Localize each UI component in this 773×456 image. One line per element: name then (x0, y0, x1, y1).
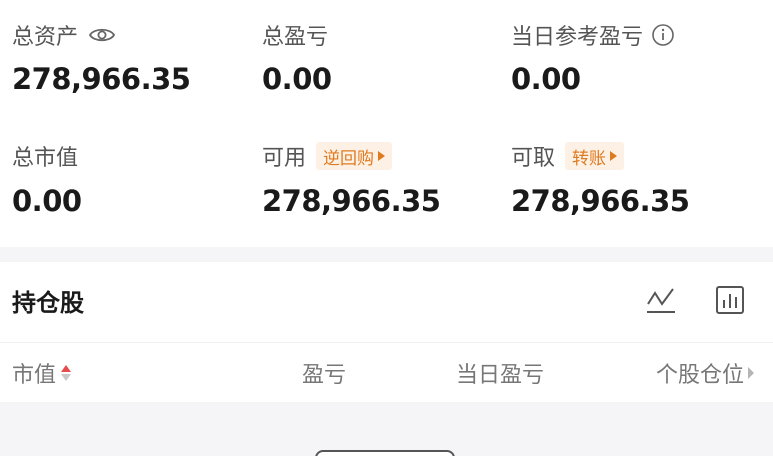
holdings-panel: 持仓股 市值 盈亏 当日盈亏 个股仓位 (0, 262, 773, 402)
column-pl-label: 盈亏 (302, 363, 347, 388)
available-value: 278,966.35 (262, 184, 441, 218)
play-arrow-icon (610, 151, 618, 161)
column-position-ratio-label: 个股仓位 (656, 363, 745, 388)
withdrawable-value: 278,966.35 (511, 184, 690, 218)
reverse-repo-label: 逆回购 (323, 148, 375, 169)
column-market-value-label: 市值 (12, 363, 57, 388)
sort-icon (61, 365, 72, 381)
column-position-ratio[interactable]: 个股仓位 (656, 357, 755, 389)
column-pl[interactable]: 盈亏 (302, 357, 346, 389)
total-assets-block: 总资产 (12, 20, 116, 50)
info-icon[interactable] (651, 23, 675, 47)
total-pl-block: 总盈亏 (262, 20, 328, 50)
market-value-block: 总市值 (12, 141, 78, 171)
holdings-divider (0, 342, 773, 343)
column-daily-pl[interactable]: 当日盈亏 (456, 357, 544, 389)
bottom-action-button[interactable] (315, 450, 455, 456)
column-daily-pl-label: 当日盈亏 (456, 363, 545, 388)
eye-icon[interactable] (88, 25, 116, 45)
total-pl-label: 总盈亏 (262, 25, 329, 50)
column-market-value[interactable]: 市值 (12, 357, 72, 389)
daily-pl-value: 0.00 (511, 62, 581, 96)
reverse-repo-button[interactable]: 逆回购 (316, 142, 393, 170)
withdrawable-block: 可取 转账 (511, 141, 625, 171)
trend-chart-icon[interactable] (645, 284, 677, 316)
daily-pl-block: 当日参考盈亏 (511, 20, 675, 50)
withdrawable-label: 可取 (511, 146, 556, 171)
market-value-label: 总市值 (12, 146, 79, 171)
play-arrow-icon (748, 367, 755, 379)
transfer-label: 转账 (572, 148, 607, 169)
play-arrow-icon (378, 151, 386, 161)
available-block: 可用 逆回购 (262, 141, 393, 171)
holdings-title: 持仓股 (12, 289, 84, 317)
total-pl-value: 0.00 (262, 62, 332, 96)
daily-pl-label: 当日参考盈亏 (511, 25, 644, 50)
bar-chart-icon[interactable] (714, 284, 746, 316)
asset-summary-panel: 总资产 278,966.35 总盈亏 0.00 当日参考盈亏 0.00 总市值 … (0, 0, 773, 247)
total-assets-label: 总资产 (12, 25, 79, 50)
transfer-button[interactable]: 转账 (565, 142, 625, 170)
market-value-value: 0.00 (12, 184, 82, 218)
total-assets-label-row: 总资产 (12, 20, 116, 50)
total-assets-value: 278,966.35 (12, 62, 191, 96)
available-label: 可用 (262, 146, 307, 171)
